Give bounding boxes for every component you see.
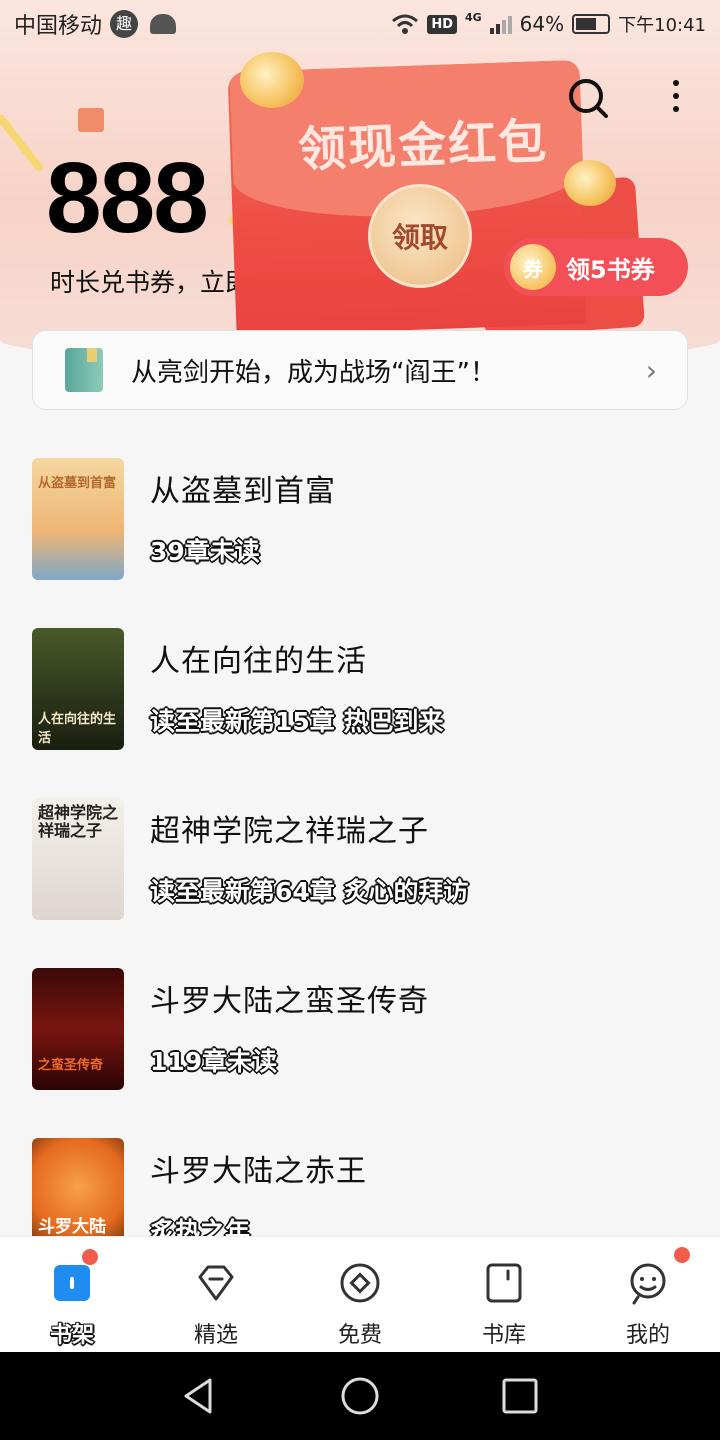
tab-label: 书架	[49, 1323, 94, 1348]
cover-title: 之蛮圣传奇	[38, 1058, 104, 1073]
cover-title: 从盗墓到首富	[38, 476, 117, 491]
cover-title: 人在向往的生活	[38, 712, 117, 746]
voucher-icon: 券	[510, 244, 556, 290]
status-right: HD 4G 64% 下午10:41	[391, 11, 706, 37]
tab-label: 免费	[337, 1323, 382, 1348]
more-menu-icon[interactable]	[664, 76, 688, 116]
book-progress: 39章未读	[150, 537, 260, 566]
book-progress: 读至最新第15章 热巴到来	[150, 707, 444, 736]
tab-free[interactable]: 免费	[288, 1237, 432, 1352]
envelope-title: 领现金红包	[297, 113, 550, 179]
cover-title: 超神学院之祥瑞之子	[38, 803, 119, 840]
tab-label: 精选	[193, 1323, 238, 1348]
recommend-text: 从亮剑开始，成为战场“阎王”！	[131, 357, 496, 388]
wifi-icon	[392, 14, 419, 34]
clock: 下午10:41	[618, 15, 706, 36]
book-title: 人在向往的生活	[150, 644, 367, 679]
voucher-button[interactable]: 券 领5书券	[504, 238, 688, 296]
battery-percent: 64%	[519, 12, 565, 36]
claim-button[interactable]: 领取	[368, 184, 472, 288]
system-nav-bar	[0, 1352, 720, 1440]
book-title: 斗罗大陆之赤王	[150, 1154, 367, 1189]
coin-icon	[340, 1263, 380, 1303]
carrier-name: 中国移动	[14, 14, 103, 39]
book-cover: 从盗墓到首富	[32, 458, 124, 580]
book-cover: 之蛮圣传奇	[32, 968, 124, 1090]
chevron-right-icon: ›	[645, 353, 657, 387]
book-item[interactable]: 超神学院之祥瑞之子 超神学院之祥瑞之子 读至最新第64章 炙心的拜访	[0, 796, 720, 966]
search-icon[interactable]	[566, 76, 610, 120]
bookshelf-list: 从盗墓到首富 从盗墓到首富 39章未读 人在向往的生活 人在向往的生活 读至最新…	[0, 456, 720, 1306]
network-gen: 4G	[464, 11, 482, 24]
notification-dot	[674, 1247, 690, 1263]
points-value: 888	[46, 142, 209, 254]
book-progress: 读至最新第64章 炙心的拜访	[150, 877, 469, 906]
battery-icon	[572, 14, 611, 34]
book-progress: 119章未读	[150, 1047, 278, 1076]
cover-title: 斗罗大陆	[38, 1217, 106, 1237]
coin-icon	[564, 160, 616, 206]
back-icon[interactable]	[180, 1376, 220, 1416]
book-item[interactable]: 之蛮圣传奇 斗罗大陆之蛮圣传奇 119章未读	[0, 966, 720, 1136]
bookshelf-icon	[54, 1265, 90, 1301]
book-icon	[65, 348, 103, 392]
app-root: 中国移动 趣 HD 4G 64% 下午10:41 888 时长兑书券，立即兑换>…	[0, 0, 720, 1352]
profile-icon	[630, 1263, 666, 1305]
notification-dot	[82, 1249, 98, 1265]
book-cover: 超神学院之祥瑞之子	[32, 798, 124, 920]
tab-label: 我的	[625, 1323, 670, 1348]
voucher-label: 领5书券	[566, 255, 655, 284]
recommend-banner[interactable]: 从亮剑开始，成为战场“阎王”！ ›	[32, 330, 688, 410]
tab-library[interactable]: 书库	[432, 1237, 576, 1352]
signal-icon	[489, 14, 512, 34]
book-title: 超神学院之祥瑞之子	[150, 814, 429, 849]
tab-label: 书库	[481, 1323, 526, 1348]
tab-profile[interactable]: 我的	[576, 1237, 720, 1352]
book-cover: 人在向往的生活	[32, 628, 124, 750]
bottom-tab-bar: 书架 精选 免费 书库 我的	[0, 1236, 720, 1352]
android-icon	[150, 14, 177, 34]
diamond-icon	[198, 1265, 234, 1301]
hd-badge: HD	[427, 14, 457, 34]
book-title: 从盗墓到首富	[150, 474, 336, 509]
tab-bookshelf[interactable]: 书架	[0, 1237, 144, 1352]
library-icon	[486, 1263, 522, 1303]
gift-icon	[78, 108, 104, 132]
carrier-badge-icon: 趣	[110, 10, 139, 38]
tab-featured[interactable]: 精选	[144, 1237, 288, 1352]
recents-icon[interactable]	[500, 1376, 540, 1416]
coin-icon	[240, 52, 304, 108]
book-item[interactable]: 人在向往的生活 人在向往的生活 读至最新第15章 热巴到来	[0, 626, 720, 796]
book-title: 斗罗大陆之蛮圣传奇	[150, 984, 429, 1019]
status-bar: 中国移动 趣 HD 4G 64% 下午10:41	[0, 0, 720, 48]
book-item[interactable]: 从盗墓到首富 从盗墓到首富 39章未读	[0, 456, 720, 626]
home-icon[interactable]	[340, 1376, 380, 1416]
